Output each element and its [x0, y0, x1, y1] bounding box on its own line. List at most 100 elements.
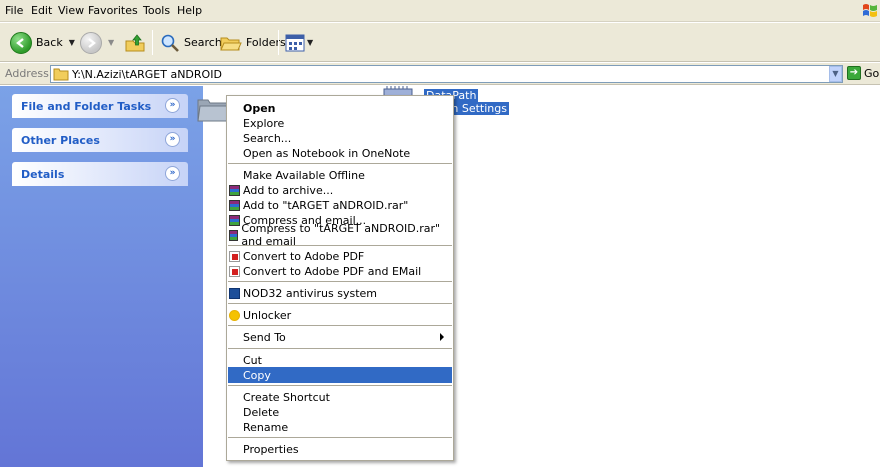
menu-item-label: Properties	[243, 442, 299, 456]
up-folder-button[interactable]	[124, 23, 146, 62]
menu-item-search[interactable]: Search...	[228, 130, 452, 146]
search-button[interactable]: Search	[160, 23, 222, 62]
menu-favorites[interactable]: Favorites	[88, 4, 138, 17]
context-menu: Open Explore Search... Open as Notebook …	[226, 95, 454, 461]
chevron-down-icon[interactable]: »	[165, 166, 180, 181]
panel-file-folder-tasks[interactable]: File and Folder Tasks »	[12, 94, 188, 118]
views-dropdown-icon[interactable]: ▼	[307, 38, 313, 47]
menu-item-label: Convert to Adobe PDF and EMail	[243, 264, 422, 278]
menu-separator	[228, 281, 452, 282]
winrar-icon	[229, 214, 240, 226]
menu-file[interactable]: File	[5, 4, 23, 17]
panel-other-places[interactable]: Other Places »	[12, 128, 188, 152]
menu-separator	[228, 245, 452, 246]
menu-view[interactable]: View	[58, 4, 84, 17]
menu-item-label: Copy	[243, 368, 271, 382]
go-button[interactable]: ➔ Go	[847, 66, 879, 80]
address-value: Y:\N.Azizi\tARGET aNDROID	[72, 67, 222, 81]
chevron-down-icon[interactable]: »	[165, 98, 180, 113]
go-label: Go	[864, 66, 880, 80]
menu-item-label: Rename	[243, 420, 289, 434]
menu-item-label: Open	[243, 101, 276, 115]
panel-details[interactable]: Details »	[12, 162, 188, 186]
menu-item-label: Unlocker	[243, 308, 292, 322]
nod32-icon	[229, 287, 240, 299]
folder-icon	[53, 68, 69, 81]
address-label: Address	[5, 67, 49, 80]
menu-item-label: Make Available Offline	[243, 168, 365, 182]
views-icon	[285, 34, 305, 51]
menu-edit[interactable]: Edit	[31, 4, 52, 17]
menu-item-label: Explore	[243, 116, 285, 130]
menu-help[interactable]: Help	[177, 4, 202, 17]
forward-arrow-icon	[80, 31, 102, 54]
menu-item-rename[interactable]: Rename	[228, 419, 452, 435]
menu-separator	[228, 437, 452, 438]
panel-title: Other Places	[21, 134, 100, 147]
go-arrow-icon: ➔	[847, 66, 861, 80]
views-button[interactable]: ▼	[285, 23, 313, 62]
menu-item-make-offline[interactable]: Make Available Offline	[228, 167, 452, 183]
menu-item-delete[interactable]: Delete	[228, 404, 452, 420]
toolbar-separator	[152, 30, 153, 55]
up-folder-icon	[125, 33, 145, 51]
chevron-down-icon[interactable]: »	[165, 132, 180, 147]
menu-item-label: Open as Notebook in OneNote	[243, 146, 411, 160]
menu-item-explore[interactable]: Explore	[228, 115, 452, 131]
menu-item-label: Add to archive...	[243, 183, 334, 197]
menu-item-add-archive[interactable]: Add to archive...	[228, 182, 452, 198]
menu-item-label: Delete	[243, 405, 280, 419]
menu-item-label: Add to "tARGET aNDROID.rar"	[243, 198, 409, 212]
menu-item-label: Send To	[243, 330, 286, 344]
panel-title: Details	[21, 168, 65, 181]
back-label: Back	[36, 36, 63, 49]
windows-logo-icon	[863, 4, 877, 17]
menu-item-label: Cut	[243, 353, 262, 367]
menu-item-open-onenote[interactable]: Open as Notebook in OneNote	[228, 145, 452, 161]
menu-tools[interactable]: Tools	[143, 4, 170, 17]
back-dropdown-icon[interactable]: ▼	[69, 38, 75, 47]
menu-item-convert-pdf[interactable]: Convert to Adobe PDF	[228, 248, 452, 264]
folders-label: Folders	[246, 36, 286, 49]
pdf-email-icon	[229, 265, 240, 277]
menu-separator	[228, 303, 452, 304]
search-icon	[161, 34, 179, 52]
winrar-icon	[229, 199, 240, 211]
menu-item-label: Create Shortcut	[243, 390, 330, 404]
address-input[interactable]: Y:\N.Azizi\tARGET aNDROID	[50, 65, 843, 83]
menu-separator	[228, 348, 452, 349]
back-button[interactable]: Back ▼	[10, 23, 75, 62]
menu-item-create-shortcut[interactable]: Create Shortcut	[228, 389, 452, 405]
task-pane: File and Folder Tasks » Other Places » D…	[0, 86, 203, 467]
menu-item-unlocker[interactable]: Unlocker	[228, 307, 452, 323]
winrar-icon	[229, 184, 240, 196]
menu-item-cut[interactable]: Cut	[228, 352, 452, 368]
address-bar: Address Y:\N.Azizi\tARGET aNDROID ▼ ➔ Go	[0, 63, 880, 85]
menu-item-open[interactable]: Open	[228, 100, 452, 116]
forward-button[interactable]: ▼	[80, 23, 114, 62]
menu-item-copy[interactable]: Copy	[228, 367, 452, 383]
submenu-arrow-icon	[440, 333, 444, 341]
menu-separator	[228, 385, 452, 386]
menu-separator	[228, 163, 452, 164]
pdf-icon	[229, 250, 240, 262]
address-dropdown-button[interactable]: ▼	[829, 66, 842, 82]
winrar-icon	[229, 229, 239, 241]
panel-title: File and Folder Tasks	[21, 100, 152, 113]
unlocker-icon	[229, 309, 240, 321]
folders-icon	[220, 37, 242, 50]
menu-separator	[228, 325, 452, 326]
menu-item-compress-rar-email[interactable]: Compress to "tARGET aNDROID.rar" and ema…	[228, 222, 452, 248]
back-arrow-icon	[10, 31, 32, 54]
forward-dropdown-icon[interactable]: ▼	[108, 38, 114, 47]
menu-item-convert-pdf-email[interactable]: Convert to Adobe PDF and EMail	[228, 263, 452, 279]
menu-bar: File Edit View Favorites Tools Help	[0, 0, 880, 22]
menu-item-label: Convert to Adobe PDF	[243, 249, 365, 263]
menu-item-label: Search...	[243, 131, 292, 145]
folders-button[interactable]: Folders	[220, 23, 286, 62]
menu-item-send-to[interactable]: Send To	[228, 329, 452, 345]
menu-item-add-rar[interactable]: Add to "tARGET aNDROID.rar"	[228, 197, 452, 213]
menu-item-nod32[interactable]: NOD32 antivirus system	[228, 285, 452, 301]
toolbar: Back ▼ ▼ Search Folders ▼	[0, 23, 880, 62]
menu-item-properties[interactable]: Properties	[228, 441, 452, 457]
